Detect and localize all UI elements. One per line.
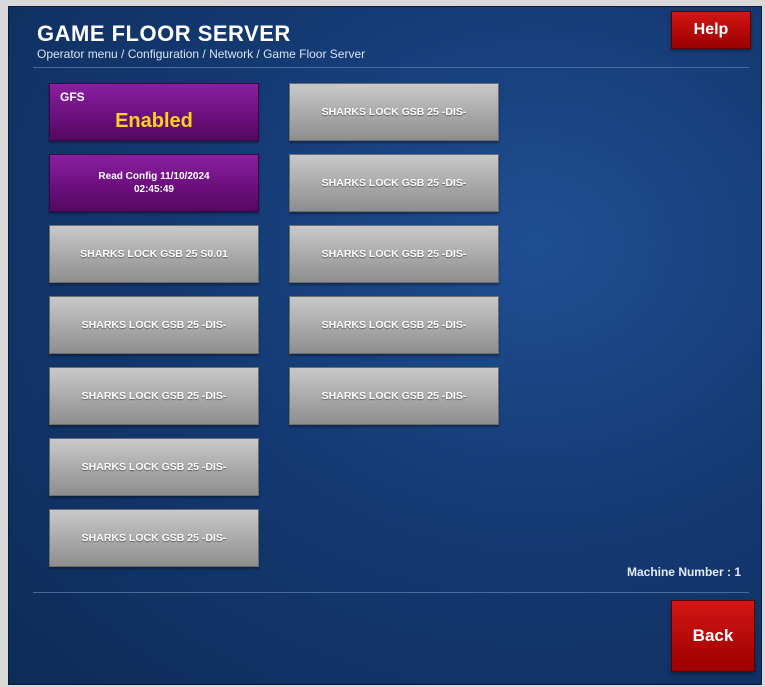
read-config-button[interactable]: Read Config 11/10/2024 02:45:49 [49, 154, 259, 212]
footer-divider [33, 592, 749, 593]
machine-button-left-3[interactable]: SHARKS LOCK GSB 25 -DIS- [49, 367, 259, 425]
machine-button-right-4[interactable]: SHARKS LOCK GSB 25 -DIS- [289, 296, 499, 354]
machine-button-right-3[interactable]: SHARKS LOCK GSB 25 -DIS- [289, 225, 499, 283]
gfs-status-tile[interactable]: GFS Enabled [49, 83, 259, 141]
page-title: GAME FLOOR SERVER [37, 21, 291, 46]
machine-button-left-4[interactable]: SHARKS LOCK GSB 25 -DIS- [49, 438, 259, 496]
machine-button-right-1[interactable]: SHARKS LOCK GSB 25 -DIS- [289, 83, 499, 141]
machine-button-right-5[interactable]: SHARKS LOCK GSB 25 -DIS- [289, 367, 499, 425]
machine-button-left-1[interactable]: SHARKS LOCK GSB 25 S0.01 [49, 225, 259, 283]
back-button[interactable]: Back [671, 600, 755, 672]
read-config-time: 02:45:49 [133, 184, 174, 195]
help-button[interactable]: Help [671, 11, 751, 49]
machine-number-label: Machine Number : 1 [626, 565, 741, 579]
machine-button-left-2[interactable]: SHARKS LOCK GSB 25 -DIS- [49, 296, 259, 354]
breadcrumb: Operator menu / Configuration / Network … [37, 47, 366, 61]
gfs-status-value: Enabled [115, 110, 193, 132]
gfs-label: GFS [60, 90, 85, 104]
machine-button-left-5[interactable]: SHARKS LOCK GSB 25 -DIS- [49, 509, 259, 567]
game-floor-server-screen: GAME FLOOR SERVER Operator menu / Config… [8, 6, 762, 685]
read-config-label: Read Config 11/10/2024 [98, 171, 210, 182]
machine-button-right-2[interactable]: SHARKS LOCK GSB 25 -DIS- [289, 154, 499, 212]
header-divider [33, 67, 749, 68]
